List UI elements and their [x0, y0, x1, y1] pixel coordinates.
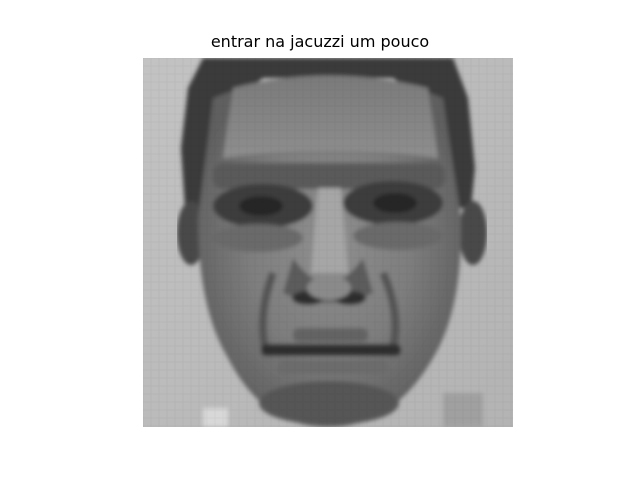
- face-image-svg: [143, 58, 513, 427]
- figure: entrar na jacuzzi um pouco: [0, 0, 640, 480]
- figure-title: entrar na jacuzzi um pouco: [210, 32, 430, 51]
- face-image: [143, 58, 513, 427]
- pixel-grid-overlay: [143, 58, 513, 427]
